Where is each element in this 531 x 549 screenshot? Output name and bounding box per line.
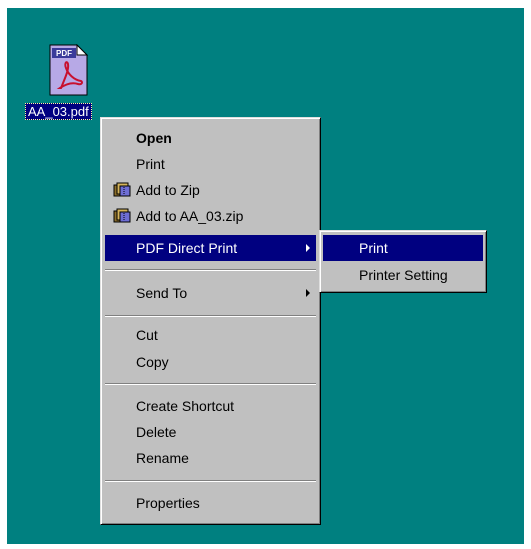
menu-item-label: Add to Zip (136, 182, 200, 198)
menu-item-create-shortcut[interactable]: Create Shortcut (105, 393, 316, 419)
menu-item-label: Print (359, 240, 388, 256)
winzip-icon (113, 182, 131, 197)
pdf-file-icon[interactable]: PDF (47, 44, 89, 96)
submenu-arrow-icon (306, 289, 310, 297)
menu-item-copy[interactable]: Copy (105, 349, 316, 375)
menu-item-rename[interactable]: Rename (105, 445, 316, 471)
submenu-item-printer-setting[interactable]: Printer Setting (323, 262, 483, 288)
menu-item-open[interactable]: Open (105, 125, 316, 151)
menu-separator (105, 315, 316, 317)
menu-item-pdf-direct-print[interactable]: PDF Direct Print (105, 235, 316, 261)
desktop: PDF AA_03.pdf Open Print Add to Zip Add … (7, 8, 524, 544)
winzip-icon (113, 208, 131, 223)
menu-item-label: Delete (136, 424, 177, 440)
menu-item-print[interactable]: Print (105, 151, 316, 177)
menu-item-delete[interactable]: Delete (105, 419, 316, 445)
menu-item-label: Add to AA_03.zip (136, 208, 244, 224)
menu-item-label: Properties (136, 495, 200, 511)
menu-item-label: Create Shortcut (136, 398, 235, 414)
submenu-arrow-icon (306, 244, 310, 252)
menu-item-send-to[interactable]: Send To (105, 280, 316, 306)
menu-item-label: Print (136, 156, 165, 172)
menu-item-properties[interactable]: Properties (105, 490, 316, 516)
menu-item-add-to-zip[interactable]: Add to Zip (105, 177, 316, 203)
context-menu: Open Print Add to Zip Add to AA_03.zip P… (100, 117, 321, 525)
svg-text:PDF: PDF (56, 49, 72, 58)
pdf-direct-print-submenu: Print Printer Setting (319, 230, 487, 293)
file-name-label[interactable]: AA_03.pdf (25, 103, 92, 120)
menu-item-label: Printer Setting (359, 267, 448, 283)
menu-item-add-to-archive[interactable]: Add to AA_03.zip (105, 203, 316, 229)
menu-item-cut[interactable]: Cut (105, 322, 316, 348)
menu-item-label: Rename (136, 450, 189, 466)
menu-item-label: Open (136, 130, 172, 146)
menu-item-label: Copy (136, 354, 169, 370)
menu-separator (105, 480, 316, 482)
menu-separator (105, 383, 316, 385)
menu-item-label: Cut (136, 327, 158, 343)
menu-item-label: PDF Direct Print (136, 240, 238, 256)
menu-item-label: Send To (136, 285, 188, 301)
submenu-item-print[interactable]: Print (323, 235, 483, 261)
menu-separator (105, 269, 316, 271)
